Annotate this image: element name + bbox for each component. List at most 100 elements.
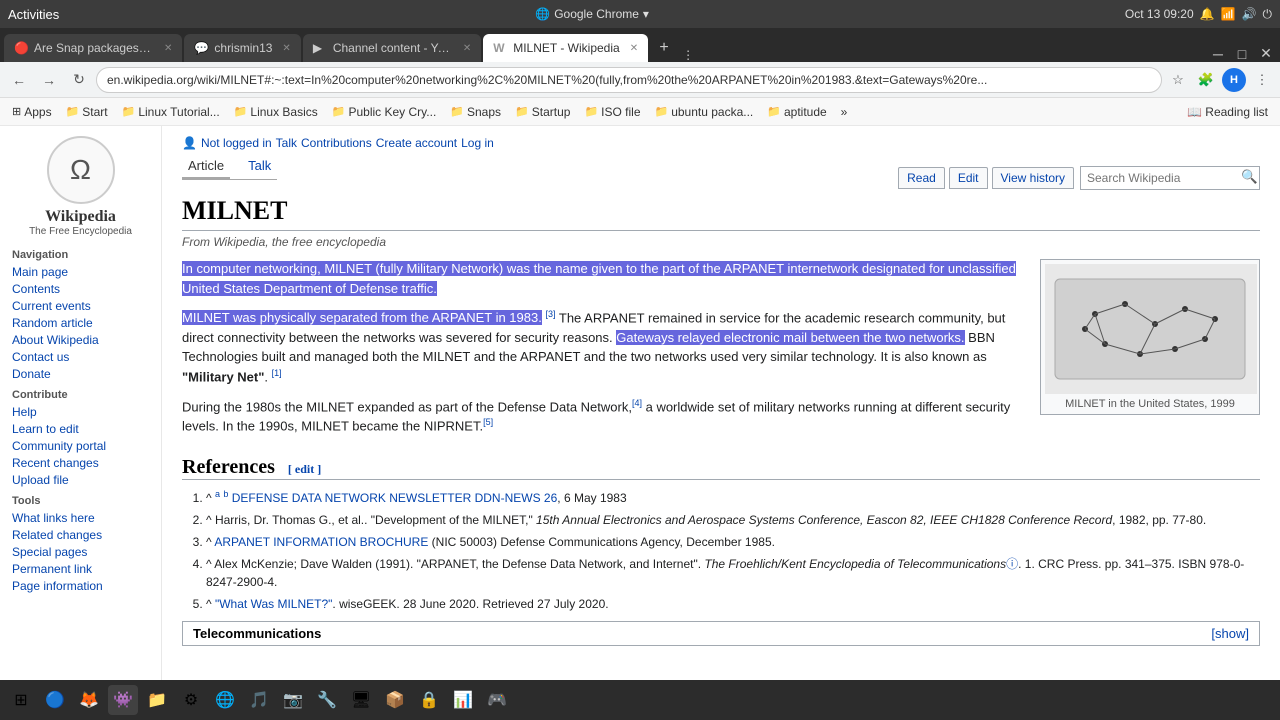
- sys-icon-power[interactable]: ⏻: [1262, 7, 1272, 22]
- sys-icon-network[interactable]: 📶: [1221, 7, 1236, 21]
- tab1-close-btn[interactable]: ✕: [164, 43, 172, 54]
- taskbar-icon-files[interactable]: 📁: [142, 685, 172, 715]
- create-account-link[interactable]: Create account: [376, 136, 457, 150]
- bookmark-ubuntu[interactable]: 📁 ubuntu packa...: [649, 103, 760, 121]
- references-edit-link[interactable]: [ edit ]: [288, 462, 321, 476]
- browser-tab-2[interactable]: 💬 chrismin13 ✕: [184, 34, 300, 62]
- browser-tab-4[interactable]: W MILNET - Wikipedia ✕: [483, 34, 648, 62]
- ref4-link[interactable]: ⓘ: [1006, 557, 1018, 571]
- sidebar-link-related[interactable]: Related changes: [12, 528, 149, 542]
- bookmark-apps-label: Apps: [24, 105, 51, 119]
- sidebar-link-special[interactable]: Special pages: [12, 545, 149, 559]
- tab-article[interactable]: Article: [182, 154, 230, 179]
- reading-list-button[interactable]: 📖 Reading list: [1181, 103, 1274, 121]
- sidebar-link-pageinfo[interactable]: Page information: [12, 579, 149, 593]
- wiki-logo-image: Ω: [47, 136, 115, 204]
- sidebar-link-contact[interactable]: Contact us: [12, 350, 149, 364]
- tab-list-button[interactable]: ⋮: [682, 48, 694, 62]
- taskbar-icon-settings[interactable]: ⚙: [176, 685, 206, 715]
- bookmark-public-key[interactable]: 📁 Public Key Cry...: [326, 103, 443, 121]
- sidebar-link-current-events[interactable]: Current events: [12, 299, 149, 313]
- log-in-link[interactable]: Log in: [461, 136, 494, 150]
- browser-tab-3[interactable]: ▶ Channel content - YouTu... ✕: [303, 34, 481, 62]
- taskbar-icon-firefox[interactable]: 🦊: [74, 685, 104, 715]
- taskbar-icon-more3[interactable]: 🔒: [414, 685, 444, 715]
- contributions-link[interactable]: Contributions: [301, 136, 372, 150]
- talk-link[interactable]: Talk: [276, 136, 297, 150]
- sidebar-link-learn-edit[interactable]: Learn to edit: [12, 422, 149, 436]
- action-view-history[interactable]: View history: [992, 167, 1074, 189]
- taskbar-icon-photos[interactable]: 📷: [278, 685, 308, 715]
- taskbar-icon-more5[interactable]: 🎮: [482, 685, 512, 715]
- menu-icon[interactable]: ⋮: [1250, 68, 1274, 92]
- taskbar-icon-tools[interactable]: 🔧: [312, 685, 342, 715]
- tab-talk[interactable]: Talk: [242, 154, 277, 179]
- ref-link-1[interactable]: [1]: [272, 368, 282, 378]
- user-icon: 👤: [182, 136, 197, 150]
- action-edit[interactable]: Edit: [949, 167, 988, 189]
- action-read[interactable]: Read: [898, 167, 945, 189]
- sidebar-link-community[interactable]: Community portal: [12, 439, 149, 453]
- tab2-close-btn[interactable]: ✕: [282, 43, 290, 54]
- taskbar-icon-more1[interactable]: 🖥: [346, 685, 376, 715]
- tab4-close-btn[interactable]: ✕: [630, 43, 638, 54]
- browser-dropdown-icon[interactable]: ▾: [643, 7, 649, 21]
- taskbar-icon-more2[interactable]: 📦: [380, 685, 410, 715]
- sidebar-link-main-page[interactable]: Main page: [12, 265, 149, 279]
- wiki-figure-caption: MILNET in the United States, 1999: [1045, 398, 1255, 410]
- maximize-button[interactable]: □: [1232, 46, 1252, 62]
- sidebar-link-recent[interactable]: Recent changes: [12, 456, 149, 470]
- taskbar-icon-apps[interactable]: ⊞: [6, 685, 36, 715]
- bookmark-startup[interactable]: 📁 Startup: [509, 103, 576, 121]
- taskbar-icon-more4[interactable]: 📊: [448, 685, 478, 715]
- bookmark-iso[interactable]: 📁 ISO file: [578, 103, 646, 121]
- activities-button[interactable]: Activities: [8, 7, 59, 22]
- ref3-link[interactable]: ARPANET INFORMATION BROCHURE: [214, 535, 428, 549]
- bookmark-star-icon[interactable]: ☆: [1166, 68, 1190, 92]
- taskbar-icon-music[interactable]: 🎵: [244, 685, 274, 715]
- sidebar-link-upload[interactable]: Upload file: [12, 473, 149, 487]
- wiki-search-input[interactable]: [1080, 166, 1260, 190]
- bookmark-linux-basics[interactable]: 📁 Linux Basics: [228, 103, 324, 121]
- profile-icon[interactable]: H: [1222, 68, 1246, 92]
- sidebar-link-random[interactable]: Random article: [12, 316, 149, 330]
- taskbar-icon-ubuntu[interactable]: 🔵: [40, 685, 70, 715]
- minimize-button[interactable]: ─: [1208, 46, 1228, 62]
- wiki-search-button[interactable]: 🔍: [1241, 169, 1258, 185]
- sidebar-link-donate[interactable]: Donate: [12, 367, 149, 381]
- sidebar-link-contents[interactable]: Contents: [12, 282, 149, 296]
- reload-button[interactable]: ↻: [66, 67, 92, 93]
- telecom-show-link[interactable]: [show]: [1211, 626, 1249, 641]
- not-logged-in-link[interactable]: Not logged in: [201, 136, 272, 150]
- ref5-link[interactable]: "What Was MILNET?": [215, 597, 332, 611]
- bookmarks-more-button[interactable]: »: [835, 103, 854, 121]
- bookmark-linux-tutorial[interactable]: 📁 Linux Tutorial...: [116, 103, 226, 121]
- tab3-label: Channel content - YouTu...: [333, 41, 453, 55]
- bookmark-apps[interactable]: ⊞ Apps: [6, 103, 58, 121]
- forward-button[interactable]: →: [36, 67, 62, 93]
- new-tab-button[interactable]: +: [650, 34, 678, 62]
- bookmark-snaps[interactable]: 📁 Snaps: [444, 103, 507, 121]
- extensions-icon[interactable]: 🧩: [1194, 68, 1218, 92]
- browser-tab-1[interactable]: 🔴 Are Snap packages really ✕: [4, 34, 182, 62]
- page-tabs: Article Talk: [182, 154, 277, 180]
- address-bar[interactable]: [96, 67, 1162, 93]
- ref-link-4[interactable]: [4]: [632, 398, 642, 408]
- back-button[interactable]: ←: [6, 67, 32, 93]
- sidebar-link-help[interactable]: Help: [12, 405, 149, 419]
- ref-link-5[interactable]: [5]: [483, 417, 493, 427]
- sys-icon-notifications[interactable]: 🔔: [1200, 7, 1215, 21]
- bookmark-aptitude[interactable]: 📁 aptitude: [761, 103, 832, 121]
- sidebar-link-permanent[interactable]: Permanent link: [12, 562, 149, 576]
- sys-icon-sound[interactable]: 🔊: [1242, 7, 1257, 21]
- taskbar-icon-chrome[interactable]: 🌐: [210, 685, 240, 715]
- browser-name[interactable]: Google Chrome: [554, 7, 639, 21]
- ref-link-3[interactable]: [3]: [545, 309, 555, 319]
- bookmark-start[interactable]: 📁 Start: [60, 103, 114, 121]
- tab3-close-btn[interactable]: ✕: [463, 43, 471, 54]
- sidebar-link-whatlinks[interactable]: What links here: [12, 511, 149, 525]
- sidebar-link-about[interactable]: About Wikipedia: [12, 333, 149, 347]
- close-button[interactable]: ✕: [1256, 45, 1276, 62]
- ref1-link[interactable]: DEFENSE DATA NETWORK NEWSLETTER DDN-NEWS…: [232, 491, 558, 505]
- taskbar-icon-terminal[interactable]: 👾: [108, 685, 138, 715]
